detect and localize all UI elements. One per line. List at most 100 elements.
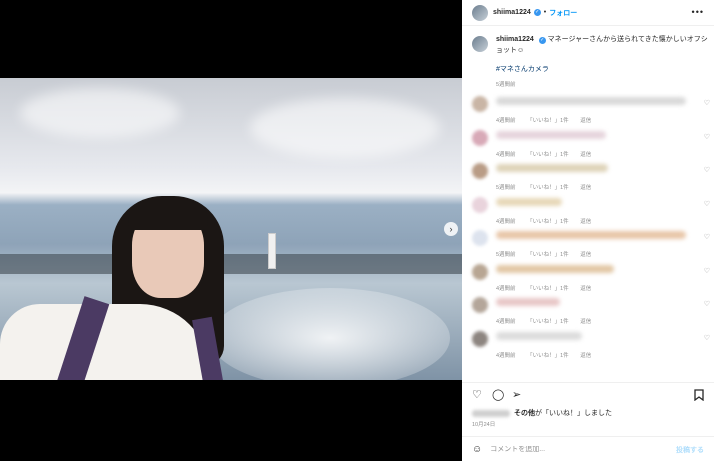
avatar[interactable] <box>472 263 488 280</box>
comment-likes[interactable]: 「いいね！」1件 <box>527 152 569 158</box>
bookmark-shape <box>694 389 704 402</box>
avatar[interactable] <box>472 36 488 52</box>
header-username[interactable]: shiima1224 <box>493 9 531 16</box>
comment-time: 4週間前 <box>496 352 516 359</box>
reply-button[interactable]: 返信 <box>580 286 591 292</box>
send-icon[interactable]: ➢ <box>512 389 521 401</box>
heart-icon[interactable]: ♡ <box>704 99 710 107</box>
avatar[interactable] <box>472 330 488 347</box>
comment-time: 5週間前 <box>496 252 516 258</box>
breakwater <box>0 254 462 274</box>
comment-input[interactable] <box>490 445 641 453</box>
comment-meta: 5週間前 「いいね！」1件 返信 <box>496 183 601 191</box>
reply-button[interactable]: 返信 <box>580 353 591 359</box>
avatar[interactable] <box>472 297 488 313</box>
more-horizontal-icon[interactable]: ••• <box>692 7 704 17</box>
likes-others[interactable]: その他 <box>514 408 535 418</box>
verified-badge-icon: ✓ <box>533 9 541 16</box>
comment-likes[interactable]: 「いいね！」1件 <box>527 219 569 225</box>
heart-icon[interactable]: ♡ <box>704 300 710 308</box>
heart-icon[interactable]: ♡ <box>472 389 482 401</box>
heart-icon[interactable]: ♡ <box>704 233 710 241</box>
avatar[interactable] <box>472 196 488 213</box>
comment-time: 4週間前 <box>496 285 516 292</box>
avatar[interactable] <box>472 4 488 21</box>
comment-likes[interactable]: 「いいね！」1件 <box>527 286 569 292</box>
post-sidebar: shiima1224 ✓ • フォロー ••• shiima1224 ✓ マネー… <box>462 0 714 461</box>
cloud <box>20 88 180 138</box>
list-item: 4週間前 「いいね！」1件 返信 ♡ <box>472 193 710 227</box>
comment-meta: 5週間前 「いいね！」1件 返信 <box>496 250 601 258</box>
list-item: 4週間前 「いいね！」1件 返信 ♡ <box>472 260 710 294</box>
caption-text: shiima1224 ✓ マネージャーさんから送られてきた懐かしいオフショット☺… <box>496 34 708 56</box>
comment-meta: 4週間前 「いいね！」1件 返信 <box>496 217 601 225</box>
avatar[interactable] <box>472 163 488 179</box>
separator: • <box>543 9 547 16</box>
redacted-comment <box>496 264 614 273</box>
redacted-comment <box>496 130 606 139</box>
redacted-comment <box>496 298 560 306</box>
hashtag-link[interactable]: #マネさんカメラ <box>496 64 708 74</box>
reply-button[interactable]: 返信 <box>580 152 591 158</box>
comment-likes[interactable]: 「いいね！」1件 <box>527 319 569 325</box>
list-item: 5週間前 「いいね！」1件 返信 ♡ <box>472 226 710 260</box>
avatar[interactable] <box>472 230 488 246</box>
emoji-icon[interactable]: ☺ <box>472 444 482 455</box>
chevron-right-icon[interactable]: › <box>444 222 458 236</box>
list-item: 4週間前 「いいね！」1件 返信 ♡ <box>472 327 710 361</box>
list-item: 5週間前 「いいね！」1件 返信 ♡ <box>472 159 710 193</box>
likes-text: が「いいね！」しました <box>535 410 612 417</box>
comment-time: 5週間前 <box>496 185 516 191</box>
verified-badge-icon: ✓ <box>538 37 546 44</box>
comment-meta: 4週間前 「いいね！」1件 返信 <box>496 116 601 124</box>
comment-likes[interactable]: 「いいね！」1件 <box>527 353 569 359</box>
redacted-comment <box>496 97 686 105</box>
follow-button[interactable]: フォロー <box>549 8 577 18</box>
comment-likes[interactable]: 「いいね！」1件 <box>527 252 569 258</box>
sun-glare <box>210 288 450 380</box>
person-bangs <box>128 198 208 230</box>
comment-list: 4週間前 「いいね！」1件 返信 ♡ 4週間前 「いいね！」1件 返信 ♡ 5週… <box>472 92 710 360</box>
post-button[interactable]: 投稿する <box>676 445 704 455</box>
comment-icon[interactable]: ◯ <box>492 389 504 401</box>
caption-username[interactable]: shiima1224 <box>496 36 534 43</box>
redacted-comment <box>496 197 562 206</box>
caption: shiima1224 ✓ マネージャーさんから送られてきた懐かしいオフショット☺… <box>472 34 708 88</box>
comment-time: 4週間前 <box>496 118 516 124</box>
lighthouse <box>268 233 276 269</box>
list-item: 4週間前 「いいね！」1件 返信 ♡ <box>472 126 710 160</box>
post-photo[interactable] <box>0 78 462 380</box>
reply-button[interactable]: 返信 <box>580 219 591 225</box>
reply-button[interactable]: 返信 <box>580 319 591 325</box>
avatar[interactable] <box>472 129 488 146</box>
likes-summary[interactable]: その他 が「いいね！」しました <box>472 408 612 418</box>
reply-button[interactable]: 返信 <box>580 185 591 191</box>
heart-icon[interactable]: ♡ <box>704 166 710 174</box>
heart-icon[interactable]: ♡ <box>704 267 710 275</box>
reply-button[interactable]: 返信 <box>580 252 591 258</box>
cloud <box>250 98 440 158</box>
post-header: shiima1224 ✓ • フォロー ••• <box>462 0 714 26</box>
caption-time: 5週間前 <box>496 82 516 88</box>
action-bar: ♡ ◯ ➢ <box>462 382 714 404</box>
post-date: 10月24日 <box>472 422 496 428</box>
media-panel: › <box>0 0 462 461</box>
comment-meta: 4週間前 「いいね！」1件 返信 <box>496 284 601 292</box>
avatar[interactable] <box>472 96 488 112</box>
heart-icon[interactable]: ♡ <box>704 334 710 342</box>
add-comment-bar: ☺ 投稿する <box>462 436 714 461</box>
heart-icon[interactable]: ♡ <box>704 200 710 208</box>
bookmark-icon[interactable] <box>694 389 704 404</box>
comment-likes[interactable]: 「いいね！」1件 <box>527 118 569 124</box>
redacted-liker <box>472 409 510 417</box>
comment-likes[interactable]: 「いいね！」1件 <box>527 185 569 191</box>
redacted-comment <box>496 164 608 172</box>
reply-button[interactable]: 返信 <box>580 118 591 124</box>
list-item: 4週間前 「いいね！」1件 返信 ♡ <box>472 293 710 327</box>
comment-meta: 4週間前 「いいね！」1件 返信 <box>496 150 601 158</box>
comment-meta: 4週間前 「いいね！」1件 返信 <box>496 351 601 359</box>
heart-icon[interactable]: ♡ <box>704 133 710 141</box>
comment-time: 4週間前 <box>496 151 516 158</box>
comment-time: 4週間前 <box>496 319 516 325</box>
list-item: 4週間前 「いいね！」1件 返信 ♡ <box>472 92 710 126</box>
